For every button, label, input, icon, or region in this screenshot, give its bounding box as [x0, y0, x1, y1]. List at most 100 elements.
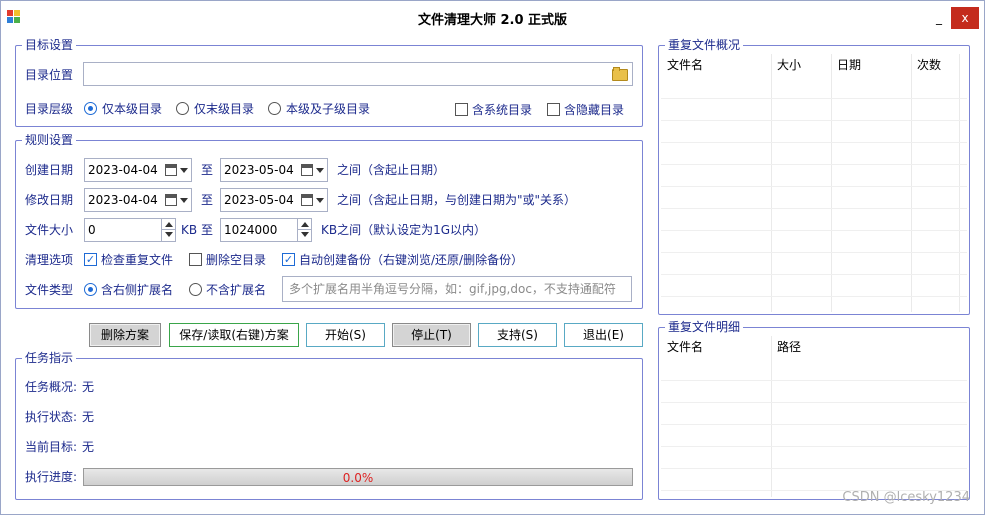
- support-button[interactable]: 支持(S): [478, 323, 557, 347]
- rules-settings-legend: 规则设置: [22, 132, 77, 148]
- calendar-icon[interactable]: [301, 194, 313, 206]
- dup-detail-header: 文件名 路径: [661, 336, 967, 358]
- radio-include-ext-icon[interactable]: [84, 283, 97, 296]
- start-button[interactable]: 开始(S): [306, 323, 385, 347]
- stepper-arrows-icon[interactable]: [297, 219, 311, 241]
- include-hidden-label[interactable]: 含隐藏目录: [564, 102, 624, 118]
- size-unit-label: KB: [181, 223, 198, 237]
- column-header-size[interactable]: 大小: [777, 58, 801, 72]
- file-size-label: 文件大小: [25, 223, 74, 237]
- auto-backup-checkbox[interactable]: ✓: [282, 253, 295, 266]
- dup-overview-table[interactable]: 文件名 大小 日期 次数: [661, 54, 967, 312]
- check-duplicates-label[interactable]: 检查重复文件: [101, 252, 173, 268]
- created-to-date-picker[interactable]: 2023-05-04: [220, 158, 328, 182]
- extensions-placeholder: 多个扩展名用半角逗号分隔，如：gif,jpg,doc，不支持通配符: [289, 282, 616, 296]
- created-from-date-picker[interactable]: 2023-04-04: [84, 158, 192, 182]
- extensions-input[interactable]: 多个扩展名用半角逗号分隔，如：gif,jpg,doc，不支持通配符: [282, 276, 632, 302]
- radio-with-sub-level-icon[interactable]: [268, 102, 281, 115]
- exit-button[interactable]: 退出(E): [564, 323, 643, 347]
- delete-empty-dirs-checkbox[interactable]: [189, 253, 202, 266]
- size-max-value: 1024000: [224, 223, 278, 237]
- progress-text: 0.0%: [342, 471, 374, 485]
- radio-exclude-ext-label[interactable]: 不含扩展名: [206, 282, 266, 298]
- modified-from-date-picker[interactable]: 2023-04-04: [84, 188, 192, 212]
- check-duplicates-checkbox[interactable]: ✓: [84, 253, 97, 266]
- radio-current-level-label[interactable]: 仅本级目录: [102, 101, 162, 117]
- target-settings-group: 目标设置 目录位置 目录层级 仅本级目录 仅末级目录 本级及子级目录 含系统目录…: [15, 37, 643, 127]
- current-target-label: 当前目标:: [25, 440, 78, 454]
- column-header-date[interactable]: 日期: [837, 58, 861, 72]
- task-overview-label: 任务概况:: [25, 380, 78, 394]
- clean-options-label: 清理选项: [25, 253, 74, 267]
- radio-exclude-ext-icon[interactable]: [189, 283, 202, 296]
- radio-current-level-icon[interactable]: [84, 102, 97, 115]
- size-note: KB之间（默认设定为1G以内）: [321, 223, 487, 237]
- calendar-icon[interactable]: [301, 164, 313, 176]
- chevron-down-icon[interactable]: [180, 168, 188, 173]
- dup-detail-legend: 重复文件明细: [665, 319, 744, 335]
- radio-include-ext-label[interactable]: 含右侧扩展名: [101, 282, 173, 298]
- column-header-filename[interactable]: 文件名: [667, 58, 703, 72]
- include-system-label[interactable]: 含系统目录: [472, 102, 532, 118]
- stop-button[interactable]: 停止(T): [392, 323, 471, 347]
- include-hidden-checkbox[interactable]: [547, 103, 560, 116]
- modified-note: 之间（含起止日期，与创建日期为"或"关系）: [337, 193, 577, 207]
- target-settings-legend: 目标设置: [22, 37, 77, 53]
- dir-location-label: 目录位置: [25, 68, 74, 82]
- rules-settings-group: 规则设置 创建日期 2023-04-04 至 2023-05-04 之间（含起止…: [15, 132, 643, 309]
- title-bar[interactable]: 文件清理大师 2.0 正式版 _ x: [1, 1, 984, 35]
- column-header-count[interactable]: 次数: [917, 58, 941, 72]
- exec-status-value: 无: [82, 410, 95, 424]
- modified-from-value: 2023-04-04: [88, 193, 158, 207]
- auto-backup-label[interactable]: 自动创建备份（右键浏览/还原/删除备份）: [299, 252, 523, 268]
- created-to-word: 至: [201, 163, 214, 177]
- task-overview-value: 无: [82, 380, 95, 394]
- size-min-value: 0: [88, 223, 96, 237]
- exec-status-label: 执行状态:: [25, 410, 78, 424]
- chevron-down-icon[interactable]: [316, 198, 324, 203]
- file-type-label: 文件类型: [25, 283, 74, 297]
- column-header-filename[interactable]: 文件名: [667, 340, 703, 354]
- watermark: CSDN @lcesky1234: [842, 490, 970, 505]
- chevron-down-icon[interactable]: [316, 168, 324, 173]
- created-note: 之间（含起止日期）: [337, 163, 446, 177]
- modified-date-label: 修改日期: [25, 193, 74, 207]
- dup-detail-group: 重复文件明细 文件名 路径: [658, 319, 970, 500]
- dup-overview-group: 重复文件概况 文件名 大小 日期 次数: [658, 37, 970, 315]
- modified-to-word: 至: [201, 193, 214, 207]
- delete-plan-button[interactable]: 删除方案: [89, 323, 161, 347]
- window-title: 文件清理大师 2.0 正式版: [417, 13, 568, 28]
- radio-last-level-icon[interactable]: [176, 102, 189, 115]
- column-header-path[interactable]: 路径: [777, 340, 801, 354]
- dir-level-label: 目录层级: [25, 102, 74, 116]
- radio-last-level-label[interactable]: 仅末级目录: [194, 101, 254, 117]
- size-to-word: 至: [201, 223, 214, 237]
- include-system-checkbox[interactable]: [455, 103, 468, 116]
- delete-empty-dirs-label[interactable]: 删除空目录: [206, 252, 266, 268]
- created-to-value: 2023-05-04: [224, 163, 294, 177]
- task-status-legend: 任务指示: [22, 350, 77, 366]
- dup-overview-header: 文件名 大小 日期 次数: [661, 54, 967, 76]
- app-window: 文件清理大师 2.0 正式版 _ x 目标设置 目录位置 目录层级 仅本级目录 …: [0, 0, 985, 515]
- created-date-label: 创建日期: [25, 163, 74, 177]
- radio-with-sub-level-label[interactable]: 本级及子级目录: [286, 101, 370, 117]
- save-load-plan-button[interactable]: 保存/读取(右键)方案: [169, 323, 299, 347]
- stepper-arrows-icon[interactable]: [161, 219, 175, 241]
- modified-to-value: 2023-05-04: [224, 193, 294, 207]
- chevron-down-icon[interactable]: [180, 198, 188, 203]
- dir-location-input[interactable]: [83, 62, 633, 86]
- minimize-button[interactable]: _: [925, 7, 953, 29]
- folder-browse-icon[interactable]: [612, 67, 628, 81]
- size-max-stepper[interactable]: 1024000: [220, 218, 312, 242]
- size-min-stepper[interactable]: 0: [84, 218, 176, 242]
- dup-detail-table[interactable]: 文件名 路径: [661, 336, 967, 497]
- close-button[interactable]: x: [951, 7, 979, 29]
- calendar-icon[interactable]: [165, 194, 177, 206]
- current-target-value: 无: [82, 440, 95, 454]
- progress-label: 执行进度:: [25, 470, 78, 484]
- modified-to-date-picker[interactable]: 2023-05-04: [220, 188, 328, 212]
- progress-bar: 0.0%: [83, 468, 633, 486]
- dup-overview-legend: 重复文件概况: [665, 37, 744, 53]
- calendar-icon[interactable]: [165, 164, 177, 176]
- created-from-value: 2023-04-04: [88, 163, 158, 177]
